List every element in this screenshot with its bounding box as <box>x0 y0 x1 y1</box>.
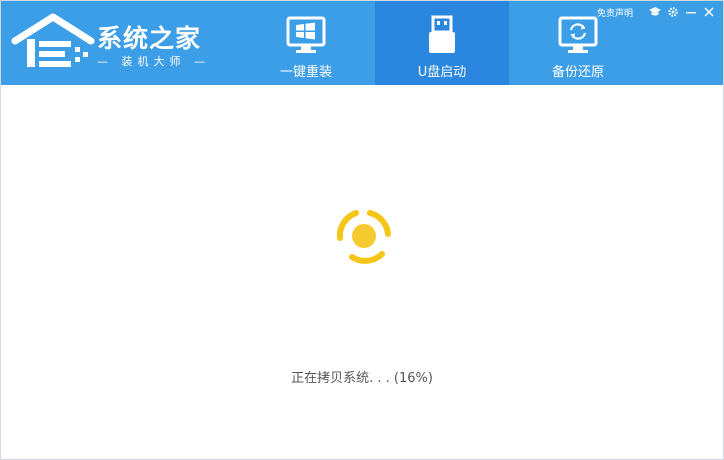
disclaimer-link[interactable]: 免责声明 <box>597 6 633 19</box>
logo-subtitle: — 装机大师 — <box>97 55 210 68</box>
main-content: 正在拷贝系统. . . (16%) <box>1 85 723 459</box>
logo-title: 系统之家 <box>97 24 202 53</box>
tab-label: U盘启动 <box>417 65 467 80</box>
tab-one-click-reinstall[interactable]: 一键重装 <box>239 1 373 85</box>
tab-label: 备份还原 <box>551 65 604 80</box>
tab-label: 一键重装 <box>279 65 332 80</box>
minimize-icon[interactable] <box>685 6 697 18</box>
window-controls: 免责声明 <box>597 4 715 20</box>
usb-drive-icon <box>429 15 455 53</box>
loading-spinner-icon <box>336 210 391 264</box>
app-window: 系统之家 — 装机大师 — 一键重装 U盘启动 备份还原 免责声明 正在拷贝系统… <box>0 0 724 460</box>
house-logo-icon <box>11 13 95 67</box>
logo: 系统之家 — 装机大师 — <box>11 11 221 77</box>
status-text: 正在拷贝系统. . . (16%) <box>291 371 433 386</box>
graduation-cap-icon[interactable] <box>649 6 661 18</box>
settings-icon[interactable] <box>667 6 679 18</box>
close-icon[interactable] <box>703 6 715 18</box>
windows-monitor-icon <box>286 16 326 53</box>
restore-monitor-icon <box>558 16 598 53</box>
tab-usb-boot[interactable]: U盘启动 <box>375 1 509 85</box>
header-bar: 系统之家 — 装机大师 — 一键重装 U盘启动 备份还原 免责声明 <box>1 1 723 85</box>
